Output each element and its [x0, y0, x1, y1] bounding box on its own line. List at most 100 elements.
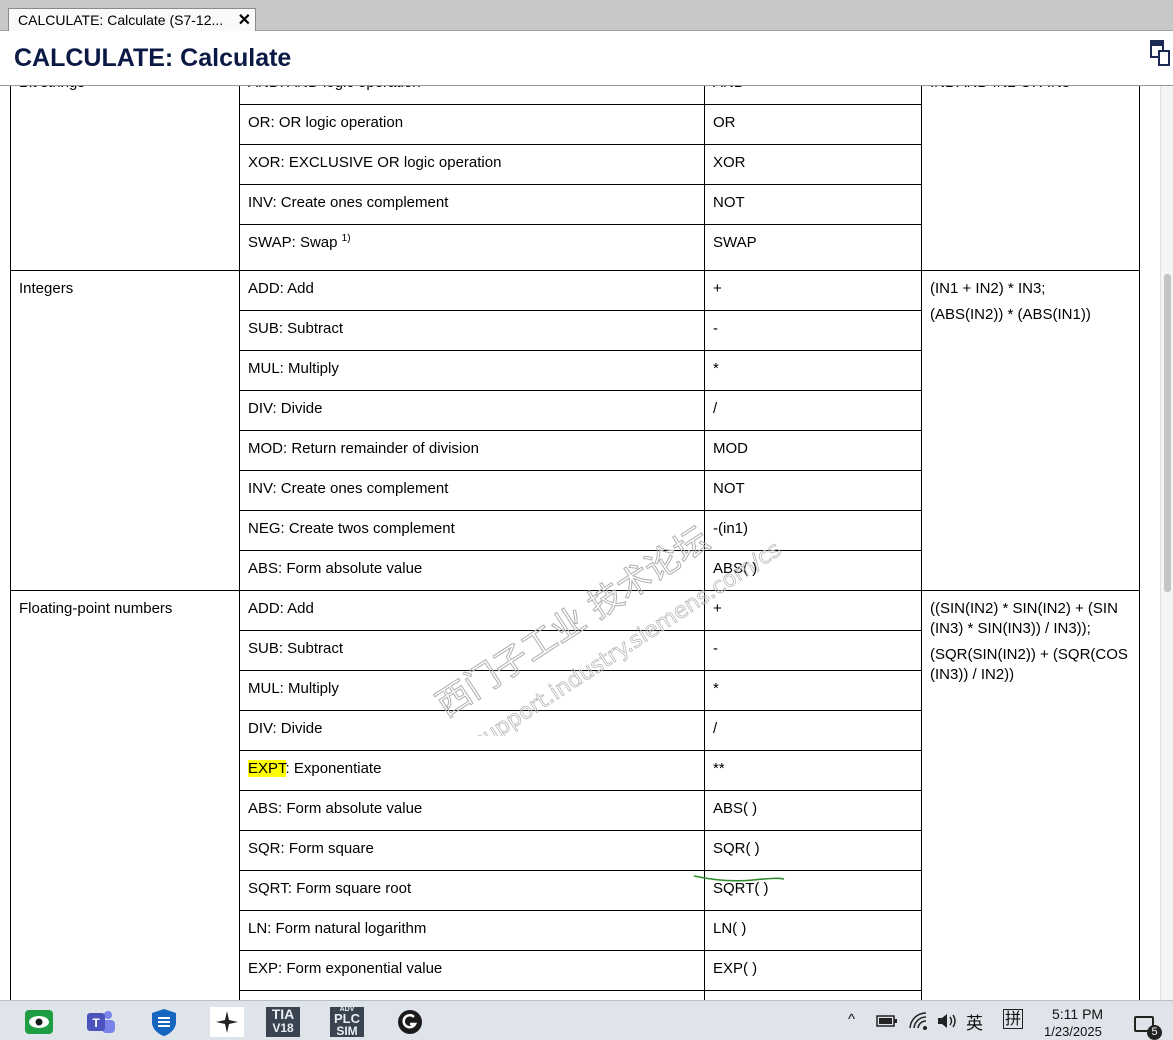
instruction-cell: INV: Create ones complement — [239, 184, 705, 225]
plcsim-icon[interactable]: ADV PLC SIM — [330, 1006, 364, 1038]
instruction-cell: AND: AND logic operation — [239, 86, 705, 105]
tab-title: CALCULATE: Calculate (S7-12... — [18, 12, 224, 28]
symbol-cell: * — [704, 670, 922, 711]
example-cell: ((SIN(IN2) * SIN(IN2) + (SIN (IN3) * SIN… — [921, 590, 1140, 1000]
symbol-cell: ** — [704, 750, 922, 791]
instruction-text: ABS: Form absolute value — [248, 800, 423, 817]
instruction-text: ABS: Form absolute value — [248, 560, 423, 577]
plcsim-label-2: SIM — [336, 1024, 358, 1038]
instruction-cell: EXP: Form exponential value — [239, 950, 705, 991]
symbol-cell: ABS( ) — [704, 550, 922, 591]
data-type-group-cell: Bit strings — [10, 86, 240, 271]
symbol-cell: - — [704, 310, 922, 351]
close-icon[interactable]: ✕ — [238, 10, 251, 30]
tia-portal-icon[interactable]: TIA V18 — [266, 1007, 300, 1037]
windows-taskbar: T TIA V18 ADV PLC SIM ^ 英 拼 5:11 PM 1/23… — [0, 1000, 1173, 1040]
symbol-cell: ABS( ) — [704, 790, 922, 831]
logitech-icon[interactable] — [393, 1007, 427, 1037]
instruction-text: EXP: Form exponential value — [248, 960, 443, 977]
ime-language-indicator[interactable]: 英 — [966, 1009, 983, 1034]
volume-icon[interactable] — [936, 1012, 958, 1030]
instruction-text: INV: Create ones complement — [248, 194, 449, 211]
symbol-cell: + — [704, 590, 922, 631]
instruction-cell: ADD: Add — [239, 590, 705, 631]
symbol-cell: MOD — [704, 430, 922, 471]
symbol-cell: AND — [704, 86, 922, 105]
instruction-cell: XOR: EXCLUSIVE OR logic operation — [239, 144, 705, 185]
teams-icon[interactable]: T — [84, 1007, 118, 1037]
instruction-cell: SWAP: Swap 1) — [239, 224, 705, 271]
wifi-icon[interactable] — [908, 1011, 930, 1031]
instruction-text: LN: Form natural logarithm — [248, 920, 427, 937]
symbol-cell: EXP( ) — [704, 950, 922, 991]
svg-text:T: T — [92, 1016, 100, 1030]
notification-count-badge: 5 — [1147, 1025, 1162, 1040]
help-content: Bit strings AND: AND logic operation AND IN… — [0, 86, 1160, 1000]
instruction-text: DIV: Divide — [248, 720, 323, 737]
instruction-text: XOR: EXCLUSIVE OR logic operation — [248, 154, 502, 171]
clock-time[interactable]: 5:11 PM — [1052, 1006, 1103, 1022]
instruction-cell: INV: Create ones complement — [239, 470, 705, 511]
eye-app-icon[interactable] — [22, 1007, 56, 1037]
instruction-cell: SUB: Subtract — [239, 310, 705, 351]
instruction-cell: ABS: Form absolute value — [239, 550, 705, 591]
symbol-cell: OR — [704, 104, 922, 145]
document-tab-strip: CALCULATE: Calculate (S7-12... ✕ — [0, 0, 1173, 31]
instruction-cell: OR: OR logic operation — [239, 104, 705, 145]
instruction-cell: SUB: Subtract — [239, 630, 705, 671]
ime-mode-indicator[interactable]: 拼 — [1003, 1009, 1024, 1029]
battery-icon[interactable] — [876, 1013, 898, 1029]
show-hidden-icons-chevron[interactable]: ^ — [848, 1011, 855, 1028]
instruction-text: NEG: Create twos complement — [248, 520, 455, 537]
instruction-cell: NEG: Create twos complement — [239, 510, 705, 551]
instruction-cell: SQRT: Form square root — [239, 870, 705, 911]
instruction-text: ADD: Add — [248, 280, 314, 297]
instruction-cell: EXPT: Exponentiate — [239, 750, 705, 791]
symbol-cell: / — [704, 710, 922, 751]
instruction-text: INV: Create ones complement — [248, 480, 449, 497]
instruction-text: : Exponentiate — [285, 760, 382, 777]
security-shield-icon[interactable] — [147, 1007, 181, 1037]
clock-date[interactable]: 1/23/2025 — [1044, 1024, 1102, 1040]
instruction-cell: LN: Form natural logarithm — [239, 910, 705, 951]
instruction-text: DIV: Divide — [248, 400, 323, 417]
instruction-text: OR: OR logic operation — [248, 114, 404, 131]
example-expression: IN1 AND IN2 OR IN3 — [930, 86, 1131, 93]
highlighted-instruction: EXPT — [248, 760, 286, 777]
instruction-cell: SQR: Form square — [239, 830, 705, 871]
example-expression: (ABS(IN2)) * (ABS(IN1)) — [930, 306, 1091, 323]
instruction-text: SUB: Subtract — [248, 320, 344, 337]
calculate-operations-table: Bit strings AND: AND logic operation AND IN… — [10, 86, 1140, 1000]
instruction-cell: MUL: Multiply — [239, 350, 705, 391]
symbol-cell: / — [704, 390, 922, 431]
document-tab[interactable]: CALCULATE: Calculate (S7-12... ✕ — [8, 8, 256, 31]
symbol-cell: * — [704, 350, 922, 391]
snipping-tool-icon[interactable] — [210, 1007, 244, 1037]
instruction-text: SQRT: Form square root — [248, 880, 412, 897]
table-row: Integers ADD: Add + (IN1 + IN2) * IN3; (ABS(… — [10, 270, 1140, 591]
symbol-cell: NOT — [704, 470, 922, 511]
instruction-text: SWAP: Swap — [248, 234, 338, 251]
instruction-text: MUL: Multiply — [248, 360, 339, 377]
window-layout-icon[interactable] — [1149, 39, 1171, 69]
example-expression: ((SIN(IN2) * SIN(IN2) + (SIN (IN3) * SIN… — [930, 600, 1118, 637]
instruction-cell: MOD: Return remainder of division — [239, 430, 705, 471]
instruction-text: MUL: Multiply — [248, 680, 339, 697]
tia-label: TIA — [271, 1006, 295, 1022]
table-row: Bit strings AND: AND logic operation AND IN… — [10, 86, 1140, 271]
page-header: CALCULATE: Calculate — [0, 31, 1173, 86]
green-underline-annotation — [693, 875, 785, 882]
instruction-text: ADD: Add — [248, 600, 314, 617]
vertical-scrollbar[interactable] — [1160, 86, 1173, 1000]
symbol-cell: SWAP — [704, 224, 922, 271]
page-title: CALCULATE: Calculate — [14, 44, 292, 72]
symbol-cell: + — [704, 270, 922, 311]
instruction-text: SQR: Form square — [248, 840, 374, 857]
symbol-cell: NOT — [704, 184, 922, 225]
scrollbar-thumb[interactable] — [1164, 274, 1171, 592]
instruction-cell: MUL: Multiply — [239, 670, 705, 711]
example-cell: (IN1 + IN2) * IN3; (ABS(IN2)) * (ABS(IN1)… — [921, 270, 1140, 591]
instruction-text: SUB: Subtract — [248, 640, 344, 657]
instruction-cell: DIV: Divide — [239, 390, 705, 431]
symbol-cell: LN( ) — [704, 910, 922, 951]
